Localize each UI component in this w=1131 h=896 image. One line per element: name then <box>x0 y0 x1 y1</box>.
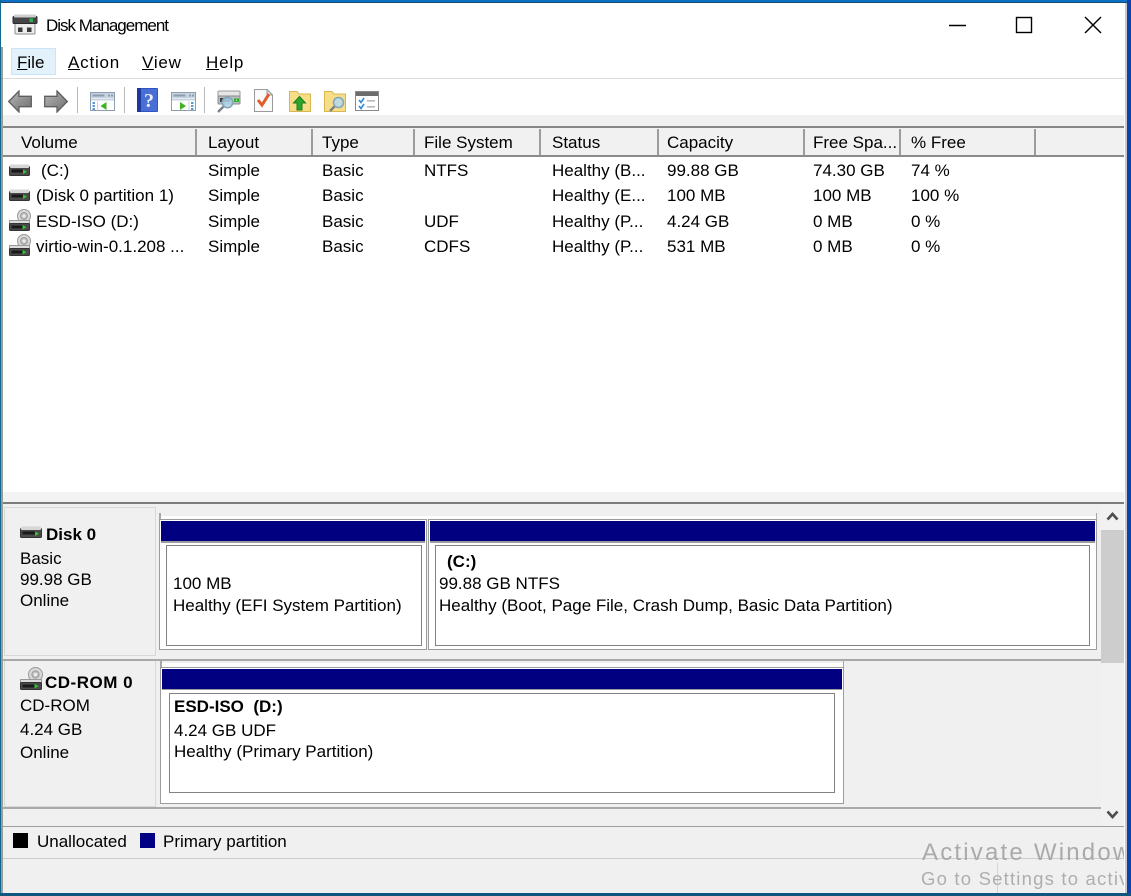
svg-text:?: ? <box>144 90 154 112</box>
